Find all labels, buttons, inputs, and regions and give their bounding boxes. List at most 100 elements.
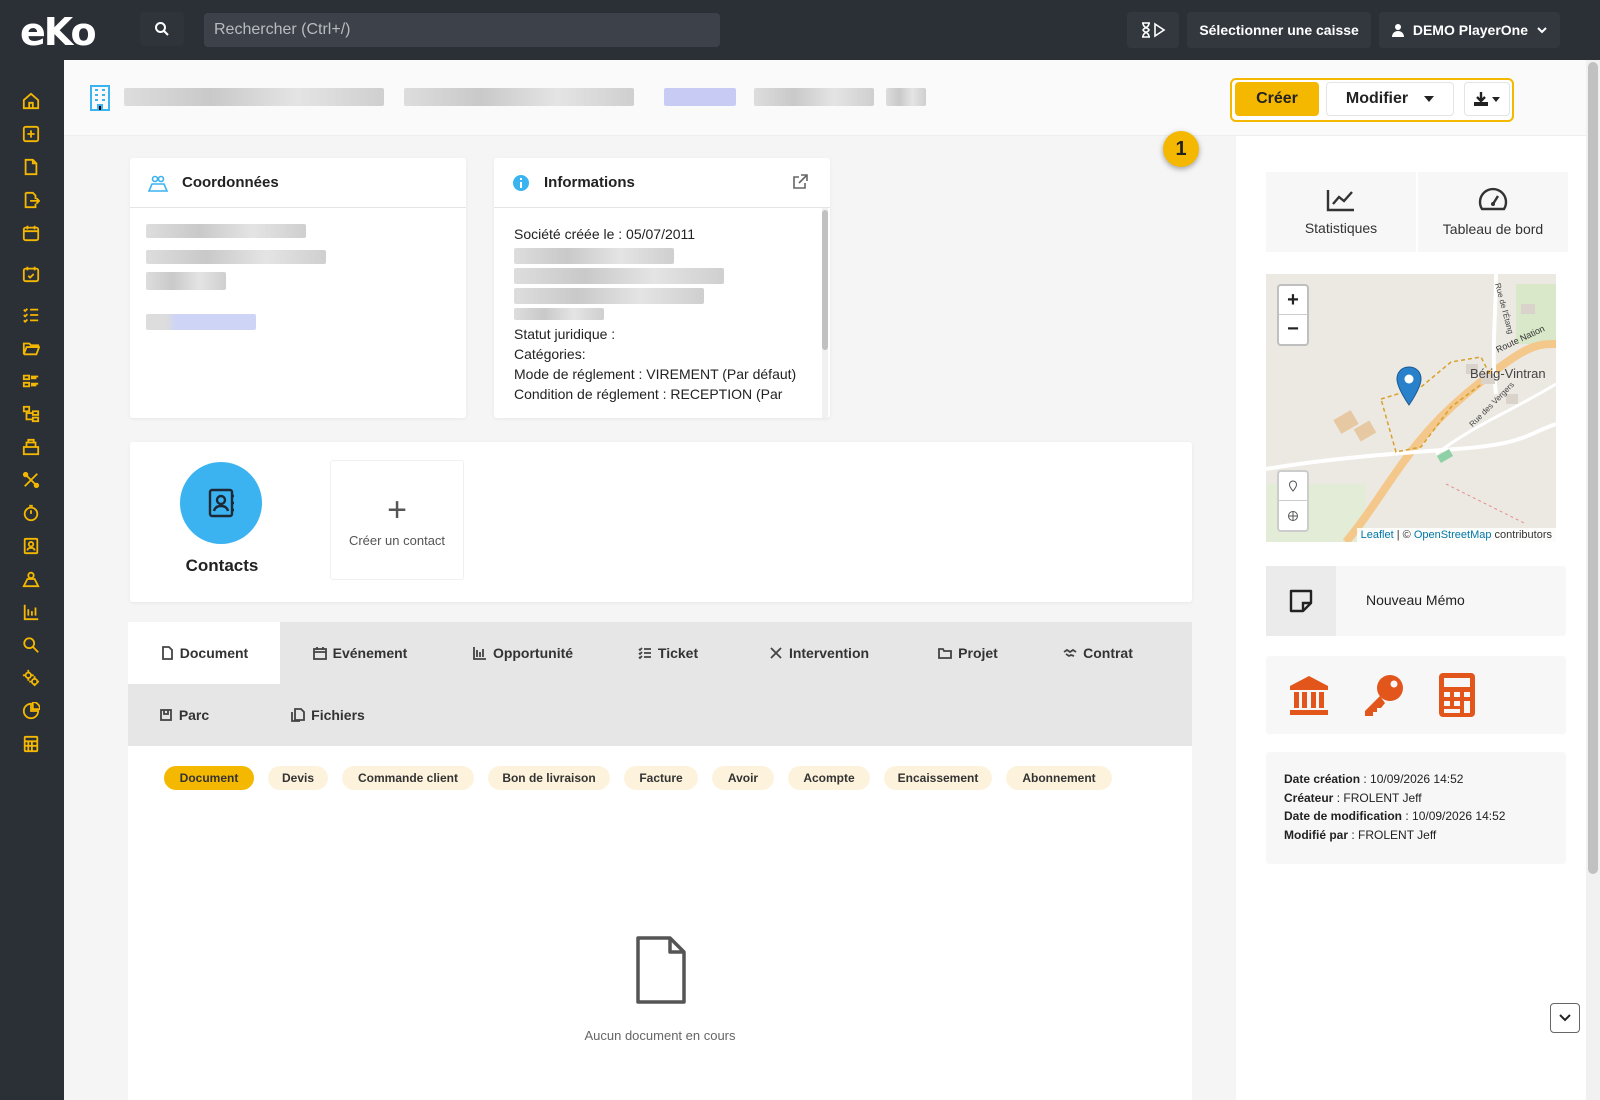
informations-body: Société créée le : 05/07/2011 Statut jur… <box>514 224 814 404</box>
address-line-blurred <box>146 250 326 264</box>
download-dropdown[interactable] <box>1464 82 1510 116</box>
document-icon[interactable] <box>20 156 42 178</box>
tab-projet[interactable]: Projet <box>918 622 1018 684</box>
map-users-icon[interactable] <box>20 568 42 590</box>
calendar-check-icon[interactable] <box>20 263 42 285</box>
filter-bon-de-livraison[interactable]: Bon de livraison <box>488 766 610 790</box>
tab-parc[interactable]: Parc <box>128 684 240 746</box>
filter-devis[interactable]: Devis <box>268 766 328 790</box>
attr-separator: | © <box>1393 529 1414 541</box>
caret-down-icon <box>1424 96 1435 102</box>
company-name-blurred <box>124 88 384 106</box>
tab-document[interactable]: Document <box>128 622 280 684</box>
contacts-button[interactable] <box>180 462 262 544</box>
info-blurred <box>514 308 604 320</box>
modify-dropdown[interactable]: Modifier <box>1326 82 1454 116</box>
create-contact-button[interactable]: + Créer un contact <box>330 460 464 580</box>
contact-book-icon[interactable] <box>20 535 42 557</box>
create-button[interactable]: Créer <box>1235 82 1319 116</box>
tab-intervention[interactable]: Intervention <box>744 622 894 684</box>
pie-chart-icon[interactable] <box>20 700 42 722</box>
map-place-label: Bérig-Vintran <box>1470 366 1546 381</box>
tab-ticket[interactable]: Ticket <box>618 622 718 684</box>
statistics-button[interactable]: Statistiques <box>1266 172 1416 252</box>
chevron-down-icon <box>1537 27 1547 34</box>
payment-condition: Condition de réglement : RECEPTION (Par <box>514 386 783 402</box>
plus-icon: + <box>387 491 407 529</box>
meta-modified-by: Modifié par : FROLENT Jeff <box>1284 826 1548 845</box>
scrollbar-thumb[interactable] <box>1588 62 1598 874</box>
select-register-button[interactable]: Sélectionner une caisse <box>1187 12 1371 48</box>
app-logo[interactable]: eKo <box>20 10 97 54</box>
tasks-icon[interactable] <box>20 370 42 392</box>
document-panel <box>128 746 1192 1100</box>
filter-document[interactable]: Document <box>164 766 254 790</box>
search-input[interactable] <box>204 13 720 47</box>
meta-key: Créateur <box>1284 790 1334 805</box>
tab-contrat[interactable]: Contrat <box>1038 622 1158 684</box>
informations-header: Informations <box>494 158 830 208</box>
osm-link[interactable]: OpenStreetMap <box>1414 529 1492 541</box>
filter-commande-client[interactable]: Commande client <box>342 766 474 790</box>
create-contact-label: Créer un contact <box>348 533 446 548</box>
external-link-icon[interactable] <box>792 174 808 190</box>
email-link-blurred[interactable] <box>146 314 256 330</box>
filter-acompte[interactable]: Acompte <box>788 766 870 790</box>
hierarchy-icon[interactable] <box>20 403 42 425</box>
search-icon[interactable] <box>20 634 42 656</box>
tab-label: Parc <box>178 707 210 723</box>
timer-button[interactable] <box>1127 12 1180 48</box>
map-marker-icon[interactable] <box>1396 366 1422 406</box>
checklist-icon[interactable] <box>20 304 42 326</box>
cash-register-icon[interactable] <box>20 436 42 458</box>
tab-opportunite[interactable]: Opportunité <box>448 622 598 684</box>
meta-key: Date création <box>1284 772 1361 786</box>
legal-status: Statut juridique : <box>514 326 616 342</box>
sidebar <box>0 60 64 1100</box>
created-date: Société créée le : 05/07/2011 <box>514 226 696 242</box>
new-memo-button[interactable]: Nouveau Mémo <box>1266 566 1566 636</box>
tab-label: Projet <box>958 645 998 661</box>
filter-encaissement[interactable]: Encaissement <box>884 766 992 790</box>
filter-avoir[interactable]: Avoir <box>712 766 774 790</box>
meta-value: : 10/09/2026 14:52 <box>1360 772 1464 786</box>
folder-open-icon[interactable] <box>20 337 42 359</box>
tools-icon[interactable] <box>20 469 42 491</box>
layers-button[interactable] <box>1279 501 1307 530</box>
filter-abonnement[interactable]: Abonnement <box>1006 766 1112 790</box>
location-map[interactable]: Bérig-Vintran Route Nation Rue de l'Étan… <box>1266 274 1556 542</box>
home-icon[interactable] <box>20 90 42 112</box>
tab-label: Intervention <box>788 645 870 661</box>
informations-scrollbar[interactable] <box>822 208 828 418</box>
add-square-icon[interactable] <box>20 123 42 145</box>
locate-button[interactable] <box>1279 472 1307 501</box>
map-people-icon <box>148 175 168 192</box>
calculator-icon[interactable] <box>20 733 42 755</box>
search-button[interactable] <box>140 12 184 46</box>
export-document-icon[interactable] <box>20 189 42 211</box>
zoom-out-button[interactable]: − <box>1279 315 1307 344</box>
leaflet-link[interactable]: Leaflet <box>1361 529 1394 541</box>
zoom-in-button[interactable]: + <box>1279 286 1307 315</box>
scroll-down-button[interactable] <box>1550 1003 1580 1033</box>
user-menu[interactable]: DEMO PlayerOne <box>1378 12 1560 48</box>
key-icon[interactable] <box>1362 672 1406 718</box>
page-scrollbar[interactable] <box>1586 60 1600 1100</box>
dashboard-button[interactable]: Tableau de bord <box>1418 172 1568 252</box>
bar-chart-icon[interactable] <box>20 601 42 623</box>
meta-key: Modifié par <box>1284 827 1349 842</box>
stopwatch-icon[interactable] <box>20 502 42 524</box>
bank-icon[interactable] <box>1288 674 1330 716</box>
meta-value: : FROLENT Jeff <box>1333 790 1422 805</box>
memo-label: Nouveau Mémo <box>1366 592 1465 608</box>
filter-facture[interactable]: Facture <box>624 766 698 790</box>
calendar-icon[interactable] <box>20 222 42 244</box>
gears-icon[interactable] <box>20 667 42 689</box>
empty-document-icon <box>636 936 686 1004</box>
calculator-icon[interactable] <box>1438 672 1476 718</box>
map-attribution: Leaflet | © OpenStreetMap contributors <box>1356 528 1556 542</box>
tab-fichiers[interactable]: Fichiers <box>268 684 388 746</box>
empty-state-text: Aucun document en cours <box>584 1028 736 1043</box>
tab-evenement[interactable]: Evénement <box>290 622 430 684</box>
bars-icon <box>473 647 486 660</box>
